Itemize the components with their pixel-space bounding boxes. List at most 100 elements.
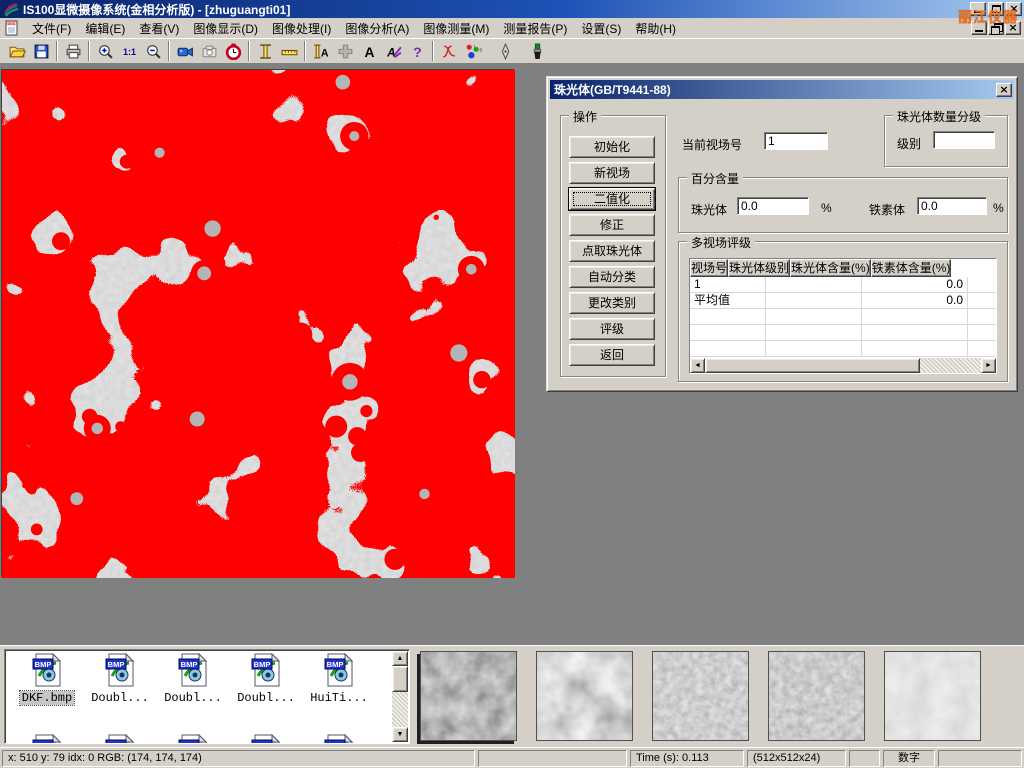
menu-item[interactable]: 图像测量(M)	[416, 18, 496, 39]
toolbar-text-a-icon[interactable]: A	[357, 40, 381, 62]
toolbar-timer-icon[interactable]	[221, 40, 245, 62]
toolbar-ruler-icon[interactable]	[277, 40, 301, 62]
toolbar-zoom-out-icon[interactable]	[141, 40, 165, 62]
dialog-title-bar[interactable]: 珠光体(GB/T9441-88) ×	[550, 80, 1014, 99]
watermark-text: 丽江仪器	[958, 7, 1018, 27]
sample-thumbnail[interactable]	[652, 651, 749, 741]
dialog-close-button[interactable]: ×	[996, 83, 1012, 97]
bmp-file-icon[interactable]: BMP	[230, 734, 302, 744]
cell-ferrite-content	[968, 277, 997, 293]
table-row[interactable]	[690, 341, 997, 357]
toolbar-save-icon[interactable]	[29, 40, 53, 62]
bmp-file-icon: BMP	[249, 676, 283, 690]
table-row[interactable]	[690, 309, 997, 325]
scroll-up-button[interactable]: ▲	[392, 651, 408, 666]
toolbar-brush-tool-icon[interactable]	[525, 40, 549, 62]
toolbar-print-icon[interactable]	[61, 40, 85, 62]
svg-text:BMP: BMP	[181, 660, 198, 669]
sample-thumbnail[interactable]	[536, 651, 633, 741]
status-image-size: (512x512x24)	[747, 750, 846, 767]
scroll-down-button[interactable]: ▼	[392, 727, 408, 742]
status-bar: x: 510 y: 79 idx: 0 RGB: (174, 174, 174)…	[0, 747, 1024, 768]
bmp-file-icon: BMP	[103, 676, 137, 690]
sample-thumbnail[interactable]	[420, 651, 517, 741]
title-bar[interactable]: IS100显微摄像系统(金相分析版) - [zhuguangti01] ×	[0, 0, 1024, 18]
table-row[interactable]: 1 0.0	[690, 277, 997, 293]
bmp-file-icon[interactable]: BMP	[11, 734, 83, 744]
scrollbar-thumb[interactable]	[705, 358, 920, 373]
op-button-9[interactable]: 返回	[569, 344, 655, 366]
file-item[interactable]: BMPDKF.bmp	[11, 653, 83, 705]
bmp-file-icon[interactable]: BMP	[84, 734, 156, 744]
op-button-2[interactable]: 新视场	[569, 162, 655, 184]
pearlite-label: 珠光体	[691, 201, 727, 218]
op-button-4[interactable]: 修正	[569, 214, 655, 236]
toolbar-zoom-in-icon[interactable]	[93, 40, 117, 62]
toolbar-separator	[168, 41, 170, 61]
scrollbar-thumb[interactable]	[392, 666, 408, 692]
menu-item[interactable]: 图像处理(I)	[265, 18, 338, 39]
op-button-3[interactable]: 二值化	[569, 188, 655, 210]
table-row[interactable]	[690, 325, 997, 341]
sample-thumbnail[interactable]	[884, 651, 981, 741]
rating-table[interactable]: 视场号 珠光体级别 珠光体含量(%) 铁素体含量(%)	[689, 258, 997, 374]
file-item[interactable]: BMPDoubl...	[157, 653, 229, 705]
table-header-cell[interactable]: 珠光体级别	[728, 259, 790, 277]
grade-level-input[interactable]	[933, 131, 995, 149]
op-button-1[interactable]: 初始化	[569, 136, 655, 158]
toolbar-color-points-icon[interactable]: 13	[461, 40, 485, 62]
sample-thumbnail[interactable]	[768, 651, 865, 741]
app-icon	[3, 1, 19, 17]
file-browser[interactable]: BMPDKF.bmpBMPDoubl...BMPDoubl...BMPDoubl…	[4, 649, 410, 744]
toolbar-pen-tool-icon[interactable]	[493, 40, 517, 62]
document-icon[interactable]: DOC	[4, 20, 21, 36]
bmp-file-icon: BMP	[176, 676, 210, 690]
toolbar-camera-icon[interactable]	[197, 40, 221, 62]
menu-item[interactable]: 图像显示(D)	[186, 18, 265, 39]
bmp-file-icon[interactable]: BMP	[303, 734, 375, 744]
metallograph-image[interactable]	[2, 70, 515, 578]
grading-group: 珠光体数量分级 级别	[884, 115, 1008, 167]
table-header-cell[interactable]: 珠光体含量(%)	[790, 259, 871, 277]
file-item[interactable]: BMPDoubl...	[84, 653, 156, 705]
toolbar-grid-cross-icon[interactable]	[333, 40, 357, 62]
menu-item[interactable]: 设置(S)	[574, 18, 628, 39]
toolbar-measure-text-icon[interactable]: A	[309, 40, 333, 62]
bmp-file-icon[interactable]: BMP	[157, 734, 229, 744]
file-item[interactable]: BMPHuiTi...	[303, 653, 375, 705]
current-field-input[interactable]	[764, 132, 828, 150]
op-button-8[interactable]: 评级	[569, 318, 655, 340]
table-horizontal-scrollbar[interactable]: ◄ ►	[690, 358, 996, 373]
op-button-7[interactable]: 更改类别	[569, 292, 655, 314]
file-browser-scrollbar[interactable]: ▲ ▼	[392, 651, 408, 742]
scroll-left-button[interactable]: ◄	[690, 358, 705, 373]
toolbar-open-icon[interactable]	[5, 40, 29, 62]
menu-item[interactable]: 帮助(H)	[628, 18, 683, 39]
toolbar-caliper-icon[interactable]	[253, 40, 277, 62]
toolbar-actual-size-icon[interactable]: 1:1	[117, 40, 141, 62]
table-header-cell[interactable]: 铁素体含量(%)	[871, 259, 952, 277]
current-field-label: 当前视场号	[682, 136, 742, 153]
toolbar-help-icon[interactable]: ?	[405, 40, 429, 62]
ferrite-percent-input[interactable]	[917, 197, 987, 215]
op-button-6[interactable]: 自动分类	[569, 266, 655, 288]
menu-item[interactable]: 测量报告(P)	[496, 18, 574, 39]
table-row[interactable]: 平均值 0.0	[690, 293, 997, 309]
cell-field-number: 1	[690, 277, 766, 293]
menu-item[interactable]: 图像分析(A)	[338, 18, 416, 39]
status-spacer-1	[478, 750, 627, 767]
op-button-5[interactable]: 点取珠光体	[569, 240, 655, 262]
menu-item[interactable]: 编辑(E)	[78, 18, 132, 39]
toolbar-video-camera-icon[interactable]	[173, 40, 197, 62]
toolbar-curve-tool-icon[interactable]	[437, 40, 461, 62]
table-header-cell[interactable]: 视场号	[690, 259, 728, 277]
workspace: 珠光体(GB/T9441-88) × 操作 初始化新视场二值化修正点取珠光体自动…	[0, 64, 1024, 645]
menu-item[interactable]: 查看(V)	[132, 18, 186, 39]
file-item[interactable]: BMPDoubl...	[230, 653, 302, 705]
operations-group: 操作 初始化新视场二值化修正点取珠光体自动分类更改类别评级返回	[560, 115, 666, 377]
scroll-right-button[interactable]: ►	[981, 358, 996, 373]
toolbar-text-annotate-icon[interactable]: A	[381, 40, 405, 62]
pearlite-percent-input[interactable]	[737, 197, 809, 215]
menu-item[interactable]: 文件(F)	[25, 18, 78, 39]
file-label: Doubl...	[235, 691, 297, 705]
